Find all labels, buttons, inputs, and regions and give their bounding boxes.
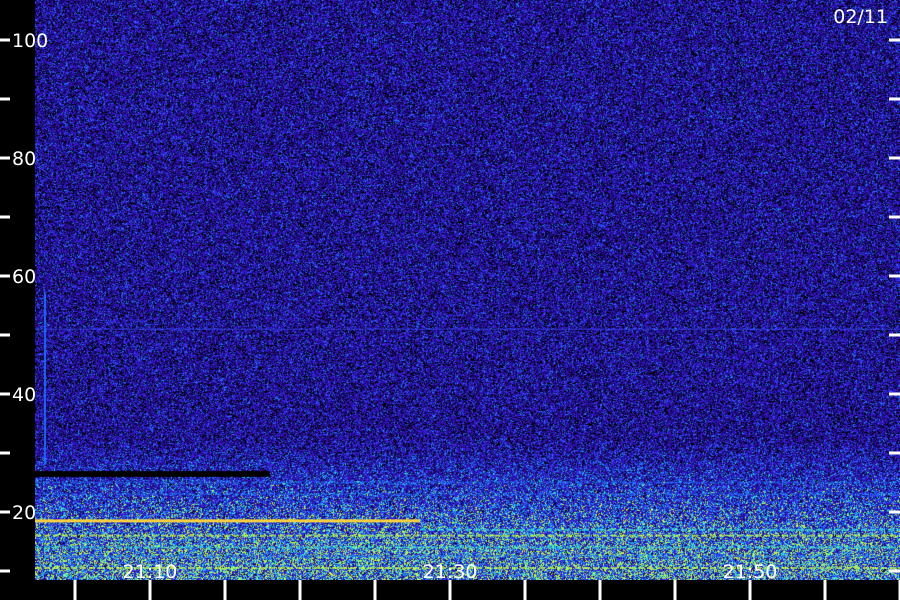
x-tick-mark-55 [823,580,827,600]
y-tick-mark-80 [0,156,10,160]
x-tick-label: 21:50 [723,561,778,583]
y-tick-label: 60 [12,266,36,288]
right-tick-mark-20 [889,510,900,514]
x-tick-mark-10 [148,580,152,600]
y-tick-mark-20 [0,510,10,514]
x-tick-mark-40 [598,580,602,600]
date-label: 02/11 [833,6,888,28]
right-tick-mark-60 [889,274,900,278]
x-tick-label: 21:30 [423,561,478,583]
right-tick-mark-90 [889,97,900,101]
right-tick-mark-100 [889,38,900,42]
x-tick-mark-35 [523,580,527,600]
y-tick-label: 40 [12,384,36,406]
y-tick-label: 20 [12,502,36,524]
right-tick-mark-30 [889,451,900,455]
y-tick-mark-10 [0,569,10,573]
y-tick-mark-40 [0,392,10,396]
plot-area [35,0,900,580]
x-tick-mark-25 [373,580,377,600]
heatmap-image [35,0,900,580]
y-tick-mark-100 [0,38,10,42]
x-tick-mark-30 [448,580,452,600]
y-tick-mark-90 [0,97,10,101]
x-tick-mark-20 [298,580,302,600]
x-tick-mark-15 [223,580,227,600]
y-tick-mark-70 [0,215,10,219]
y-tick-mark-30 [0,451,10,455]
y-tick-mark-60 [0,274,10,278]
right-tick-mark-80 [889,156,900,160]
x-tick-mark-45 [673,580,677,600]
x-tick-label: 21:10 [123,561,178,583]
y-tick-label: 100 [12,30,48,52]
right-tick-mark-40 [889,392,900,396]
right-tick-mark-50 [889,333,900,337]
x-tick-mark-50 [748,580,752,600]
x-tick-mark-5 [73,580,77,600]
spectrogram-chart: 20 40 60 80 100 21:10 21:30 21:50 02/11 [0,0,900,600]
right-tick-mark-10 [889,569,900,573]
right-tick-mark-70 [889,215,900,219]
y-tick-label: 80 [12,148,36,170]
y-tick-mark-50 [0,333,10,337]
